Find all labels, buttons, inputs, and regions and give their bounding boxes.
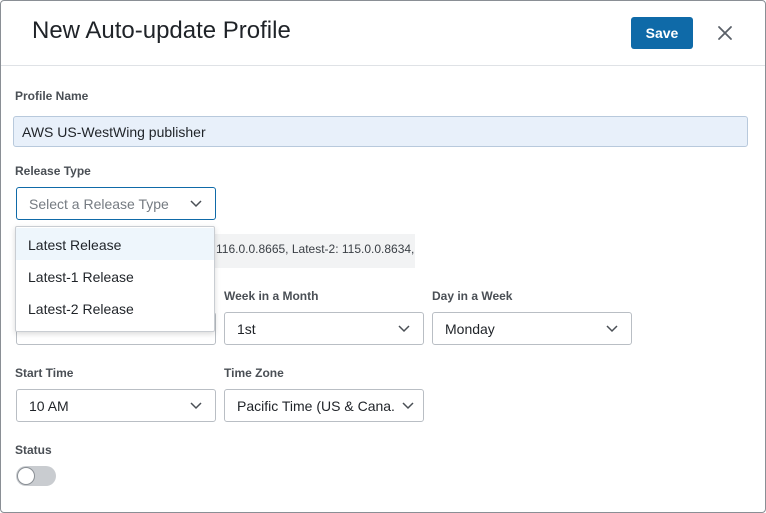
chevron-down-icon: [398, 325, 410, 333]
menu-item-latest-1-release[interactable]: Latest-1 Release: [16, 260, 214, 292]
release-type-label: Release Type: [15, 164, 91, 178]
menu-item-latest-release[interactable]: Latest Release: [16, 228, 214, 260]
release-versions-info: 116.0.0.8665, Latest-2: 115.0.0.8634,: [211, 234, 415, 268]
release-type-select[interactable]: Select a Release Type: [16, 187, 216, 220]
week-in-month-select[interactable]: 1st: [224, 312, 424, 345]
chevron-down-icon: [402, 402, 414, 410]
start-time-value: 10 AM: [29, 398, 69, 414]
close-icon[interactable]: [713, 21, 737, 45]
chevron-down-icon: [606, 325, 618, 333]
dialog-header: New Auto-update Profile Save: [1, 1, 765, 66]
time-zone-select[interactable]: Pacific Time (US & Cana...: [224, 389, 424, 422]
day-in-week-label: Day in a Week: [432, 289, 513, 303]
start-time-label: Start Time: [15, 366, 74, 380]
week-in-month-label: Week in a Month: [224, 289, 319, 303]
start-time-select[interactable]: 10 AM: [16, 389, 216, 422]
time-zone-value: Pacific Time (US & Cana...: [237, 398, 395, 414]
status-label: Status: [15, 443, 52, 457]
release-type-placeholder: Select a Release Type: [29, 196, 169, 212]
menu-item-latest-2-release[interactable]: Latest-2 Release: [16, 292, 214, 324]
save-button[interactable]: Save: [631, 17, 693, 49]
chevron-down-icon: [190, 200, 202, 208]
profile-name-input[interactable]: [13, 116, 748, 147]
auto-update-profile-dialog: New Auto-update Profile Save Profile Nam…: [0, 0, 766, 513]
dialog-title: New Auto-update Profile: [32, 17, 291, 44]
time-zone-label: Time Zone: [224, 366, 284, 380]
status-toggle[interactable]: [16, 466, 56, 486]
toggle-knob: [17, 467, 35, 485]
profile-name-label: Profile Name: [15, 89, 89, 103]
release-type-dropdown-menu: Latest Release Latest-1 Release Latest-2…: [15, 226, 215, 332]
chevron-down-icon: [190, 402, 202, 410]
day-in-week-select[interactable]: Monday: [432, 312, 632, 345]
day-in-week-value: Monday: [445, 321, 495, 337]
week-in-month-value: 1st: [237, 321, 256, 337]
